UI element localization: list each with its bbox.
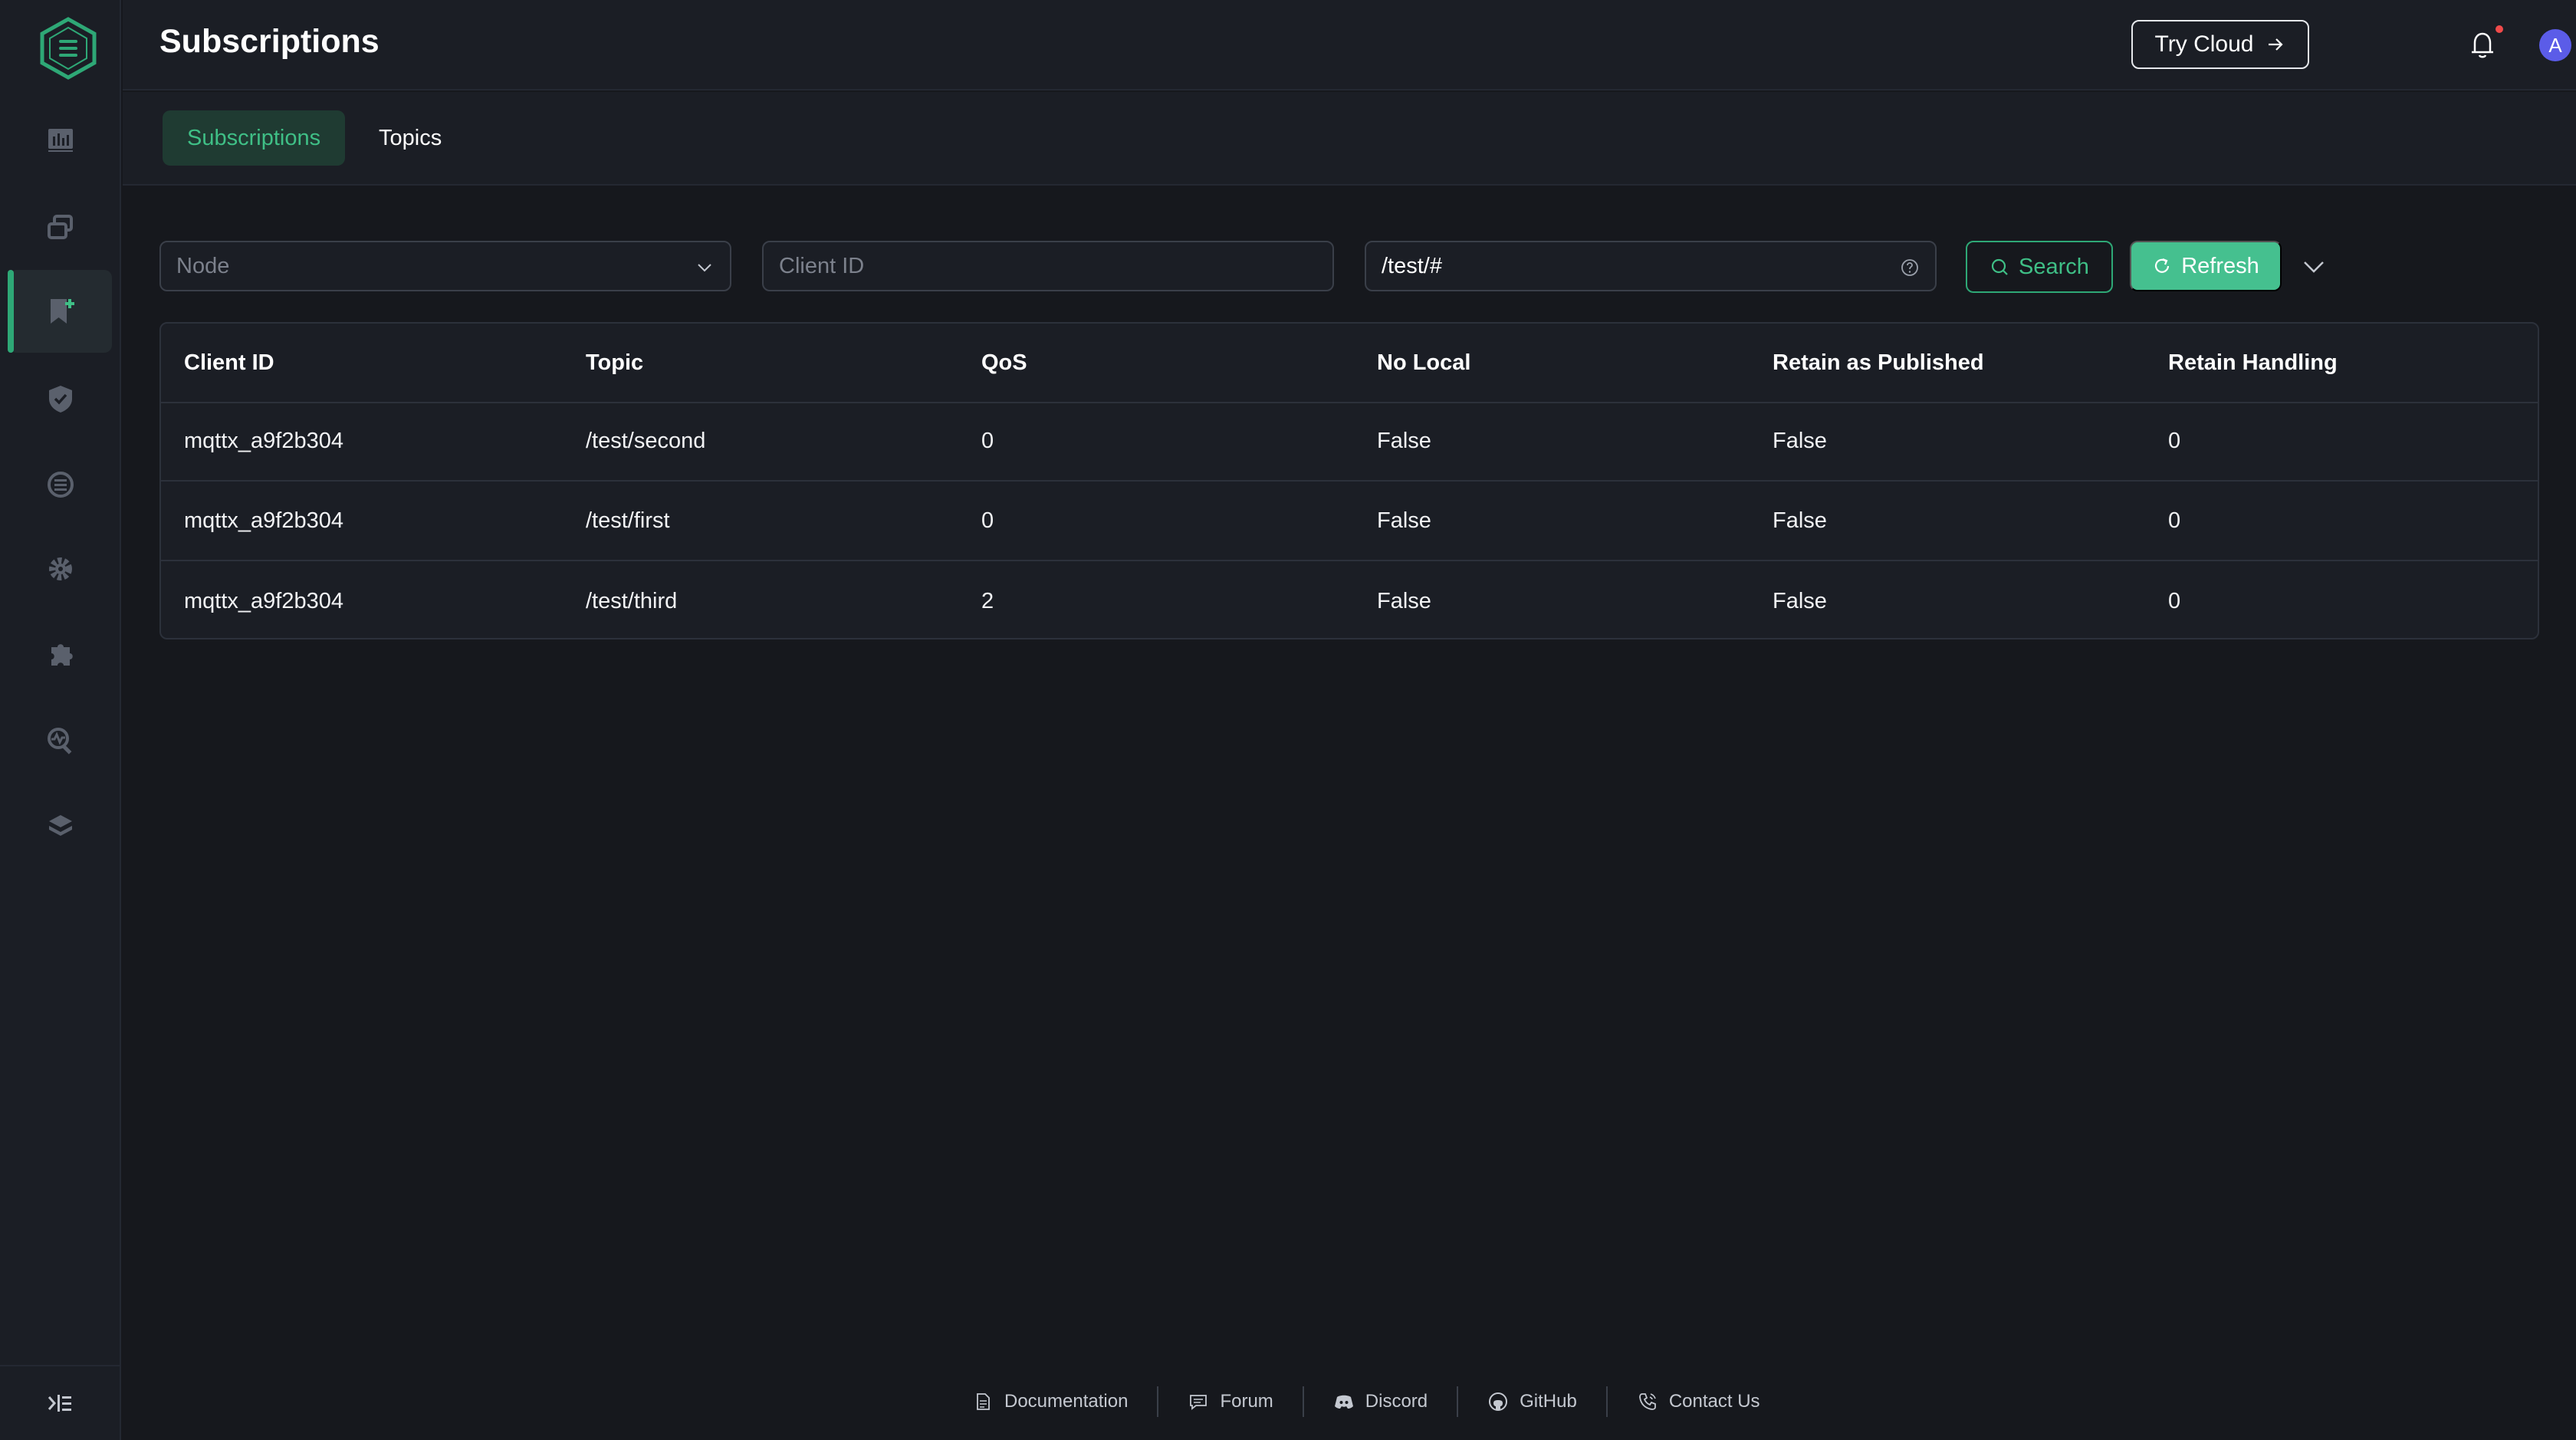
footer-link-forum[interactable]: Forum [1158, 1391, 1302, 1412]
footer-link-label: Forum [1220, 1391, 1273, 1412]
table-row: mqttx_a9f2b304 /test/second 0 False Fals… [161, 402, 2538, 482]
sidebar-item-dashboard[interactable] [9, 98, 112, 181]
column-header-topic: Topic [586, 350, 644, 375]
cell-topic: /test/third [586, 588, 678, 613]
emqx-logo-icon[interactable] [39, 17, 97, 80]
search-button-label: Search [2019, 254, 2089, 279]
cell-topic: /test/first [586, 508, 670, 533]
sidebar [0, 0, 121, 1440]
help-icon[interactable] [1900, 258, 1920, 278]
cell-qos: 0 [981, 428, 994, 453]
refresh-button-label: Refresh [2181, 253, 2259, 278]
footer-link-github[interactable]: GitHub [1458, 1391, 1606, 1412]
footer-link-contact-us[interactable]: Contact Us [1608, 1391, 1789, 1412]
table-header-row: Client ID Topic QoS No Local Retain as P… [161, 324, 2538, 403]
tabs-bar: Subscriptions Topics [123, 92, 2576, 186]
sidebar-item-subscriptions[interactable] [8, 270, 112, 353]
puzzle-icon [51, 644, 73, 666]
tab-subscriptions[interactable]: Subscriptions [163, 110, 346, 166]
try-cloud-button[interactable]: Try Cloud [2131, 20, 2309, 69]
arrow-right-icon [2269, 38, 2284, 51]
sidebar-collapse-button[interactable] [0, 1365, 120, 1440]
cell-retain-handling: 0 [2168, 508, 2181, 533]
sidebar-item-integration[interactable] [9, 443, 112, 526]
clients-icon [48, 215, 73, 239]
subscriptions-table: Client ID Topic QoS No Local Retain as P… [159, 322, 2539, 639]
column-header-client-id: Client ID [184, 350, 274, 375]
subscriptions-icon [51, 299, 74, 324]
sidebar-item-clients[interactable] [9, 186, 112, 268]
notification-badge [2494, 24, 2505, 35]
column-header-retain-handling: Retain Handling [2168, 350, 2338, 375]
collapse-menu-icon [48, 1395, 71, 1412]
column-header-no-local: No Local [1377, 350, 1471, 375]
column-header-retain-as-published: Retain as Published [1773, 350, 1984, 375]
github-icon [1489, 1392, 1508, 1411]
discord-icon [1334, 1395, 1353, 1409]
footer-link-label: Discord [1365, 1391, 1428, 1412]
sidebar-item-management[interactable] [9, 528, 112, 610]
expand-filters-chevron-icon[interactable] [2300, 253, 2328, 281]
sidebar-item-access-control[interactable] [9, 357, 112, 440]
cell-topic: /test/second [586, 428, 706, 453]
cell-retain-handling: 0 [2168, 428, 2181, 453]
cell-retain-handling: 0 [2168, 588, 2181, 613]
diagnose-icon [48, 728, 72, 755]
avatar[interactable]: A [2539, 29, 2571, 61]
chevron-down-icon [698, 264, 711, 272]
shield-icon [49, 386, 72, 413]
cell-retain-as-published: False [1773, 588, 1827, 613]
footer-link-label: GitHub [1520, 1391, 1577, 1412]
cell-client-id[interactable]: mqttx_a9f2b304 [184, 482, 343, 560]
topic-input[interactable]: /test/# [1365, 241, 1937, 291]
chat-icon [1190, 1395, 1208, 1410]
client-id-input[interactable]: Client ID [762, 241, 1334, 291]
cell-qos: 2 [981, 588, 994, 613]
cell-retain-as-published: False [1773, 508, 1827, 533]
sidebar-item-diagnose[interactable] [9, 699, 112, 782]
gear-icon [49, 557, 72, 580]
refresh-icon [2155, 258, 2170, 273]
cell-client-id[interactable]: mqttx_a9f2b304 [184, 561, 343, 638]
tab-topics[interactable]: Topics [354, 110, 466, 166]
refresh-button[interactable]: Refresh [2130, 241, 2282, 291]
document-icon [977, 1393, 990, 1410]
footer-links: Documentation Forum Discord GitHub Conta… [943, 1383, 1789, 1420]
node-select-placeholder: Node [176, 253, 230, 278]
cell-retain-as-published: False [1773, 428, 1827, 453]
footer-link-label: Documentation [1004, 1391, 1129, 1412]
footer-link-documentation[interactable]: Documentation [943, 1391, 1157, 1412]
node-select[interactable]: Node [159, 241, 731, 291]
client-id-placeholder: Client ID [779, 253, 865, 278]
footer-link-discord[interactable]: Discord [1304, 1391, 1457, 1412]
topic-input-value: /test/# [1382, 253, 1442, 278]
cell-no-local: False [1377, 588, 1431, 613]
top-header: Subscriptions Try Cloud A admin [123, 0, 2576, 90]
search-button[interactable]: Search [1966, 241, 2113, 293]
try-cloud-label: Try Cloud [2154, 31, 2254, 57]
column-header-qos: QoS [981, 350, 1027, 375]
integration-icon [48, 472, 74, 498]
footer-link-label: Contact Us [1668, 1391, 1760, 1412]
sidebar-item-extensions[interactable] [9, 613, 112, 696]
table-row: mqttx_a9f2b304 /test/third 2 False False… [161, 561, 2538, 638]
dashboard-icon [48, 129, 73, 152]
page-title: Subscriptions [159, 23, 380, 60]
table-row: mqttx_a9f2b304 /test/first 0 False False… [161, 482, 2538, 561]
cell-qos: 0 [981, 508, 994, 533]
cell-no-local: False [1377, 508, 1431, 533]
search-icon [1991, 258, 2008, 275]
layers-icon [49, 815, 72, 836]
sidebar-item-system[interactable] [9, 785, 112, 868]
cell-client-id[interactable]: mqttx_a9f2b304 [184, 402, 343, 480]
phone-icon [1638, 1393, 1656, 1410]
cell-no-local: False [1377, 428, 1431, 453]
